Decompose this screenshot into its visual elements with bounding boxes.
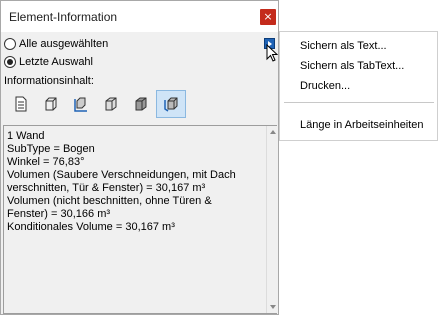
document-icon (15, 96, 27, 112)
menu-item-print[interactable]: Drucken... (300, 80, 350, 92)
mouse-cursor-icon (266, 44, 278, 62)
tool-document[interactable] (6, 90, 36, 118)
scroll-down-icon[interactable] (270, 305, 276, 309)
info-content-label: Informationsinhalt: (4, 75, 94, 87)
box-outline-icon (45, 97, 57, 111)
info-line: verschnitten, Tür & Fenster) = 30,167 m³ (7, 182, 206, 194)
info-line: Volumen (nicht beschnitten, ohne Türen & (7, 195, 212, 207)
context-menu: Sichern als Text... Sichern als TabText.… (279, 31, 438, 141)
menu-item-length-units[interactable]: Länge in Arbeitseinheiten (300, 119, 424, 131)
info-line: Fenster) = 30,166 m³ (7, 208, 111, 220)
radio-all-selected-label: Alle ausgewählten (19, 38, 109, 50)
tool-box-rotate[interactable] (156, 90, 186, 118)
info-line: 1 Wand (7, 130, 45, 142)
window-title: Element-Information (9, 10, 118, 24)
scroll-up-icon[interactable] (270, 130, 276, 134)
radio-last-selection[interactable]: Letzte Auswahl (4, 56, 93, 68)
box-dimension-icon (74, 97, 87, 112)
info-line: Konditionales Volume = 30,167 m³ (7, 221, 175, 233)
box-3d-icon (105, 97, 117, 111)
info-line: Volumen (Saubere Verschneidungen, mit Da… (7, 169, 236, 181)
radio-last-selection-icon[interactable] (4, 56, 16, 68)
info-line: Winkel = 76,83° (7, 156, 85, 168)
menu-separator (284, 102, 434, 103)
menu-item-save-tabtext[interactable]: Sichern als TabText... (300, 60, 404, 72)
close-button[interactable]: × (260, 9, 276, 25)
info-text-area[interactable]: 1 Wand SubType = Bogen Winkel = 76,83° V… (3, 125, 278, 314)
element-information-dialog: Element-Information × Alle ausgewählten … (0, 0, 279, 315)
radio-all-selected[interactable]: Alle ausgewählten (4, 38, 108, 50)
tool-box-3d[interactable] (96, 90, 126, 118)
info-text-lines: 1 Wand SubType = Bogen Winkel = 76,83° V… (7, 130, 263, 234)
menu-item-save-text[interactable]: Sichern als Text... (300, 40, 387, 52)
radio-last-selection-label: Letzte Auswahl (19, 56, 93, 68)
tool-box-dimension[interactable] (66, 90, 96, 118)
radio-all-selected-icon[interactable] (4, 38, 16, 50)
tool-box-outline[interactable] (36, 90, 66, 118)
tool-box-cut[interactable] (126, 90, 156, 118)
box-rotate-icon (164, 97, 178, 112)
vertical-scrollbar[interactable] (266, 126, 278, 313)
box-cut-icon (135, 97, 147, 111)
title-bar: Element-Information × (1, 1, 278, 32)
info-line: SubType = Bogen (7, 143, 95, 155)
info-content-toolbar (6, 90, 186, 118)
